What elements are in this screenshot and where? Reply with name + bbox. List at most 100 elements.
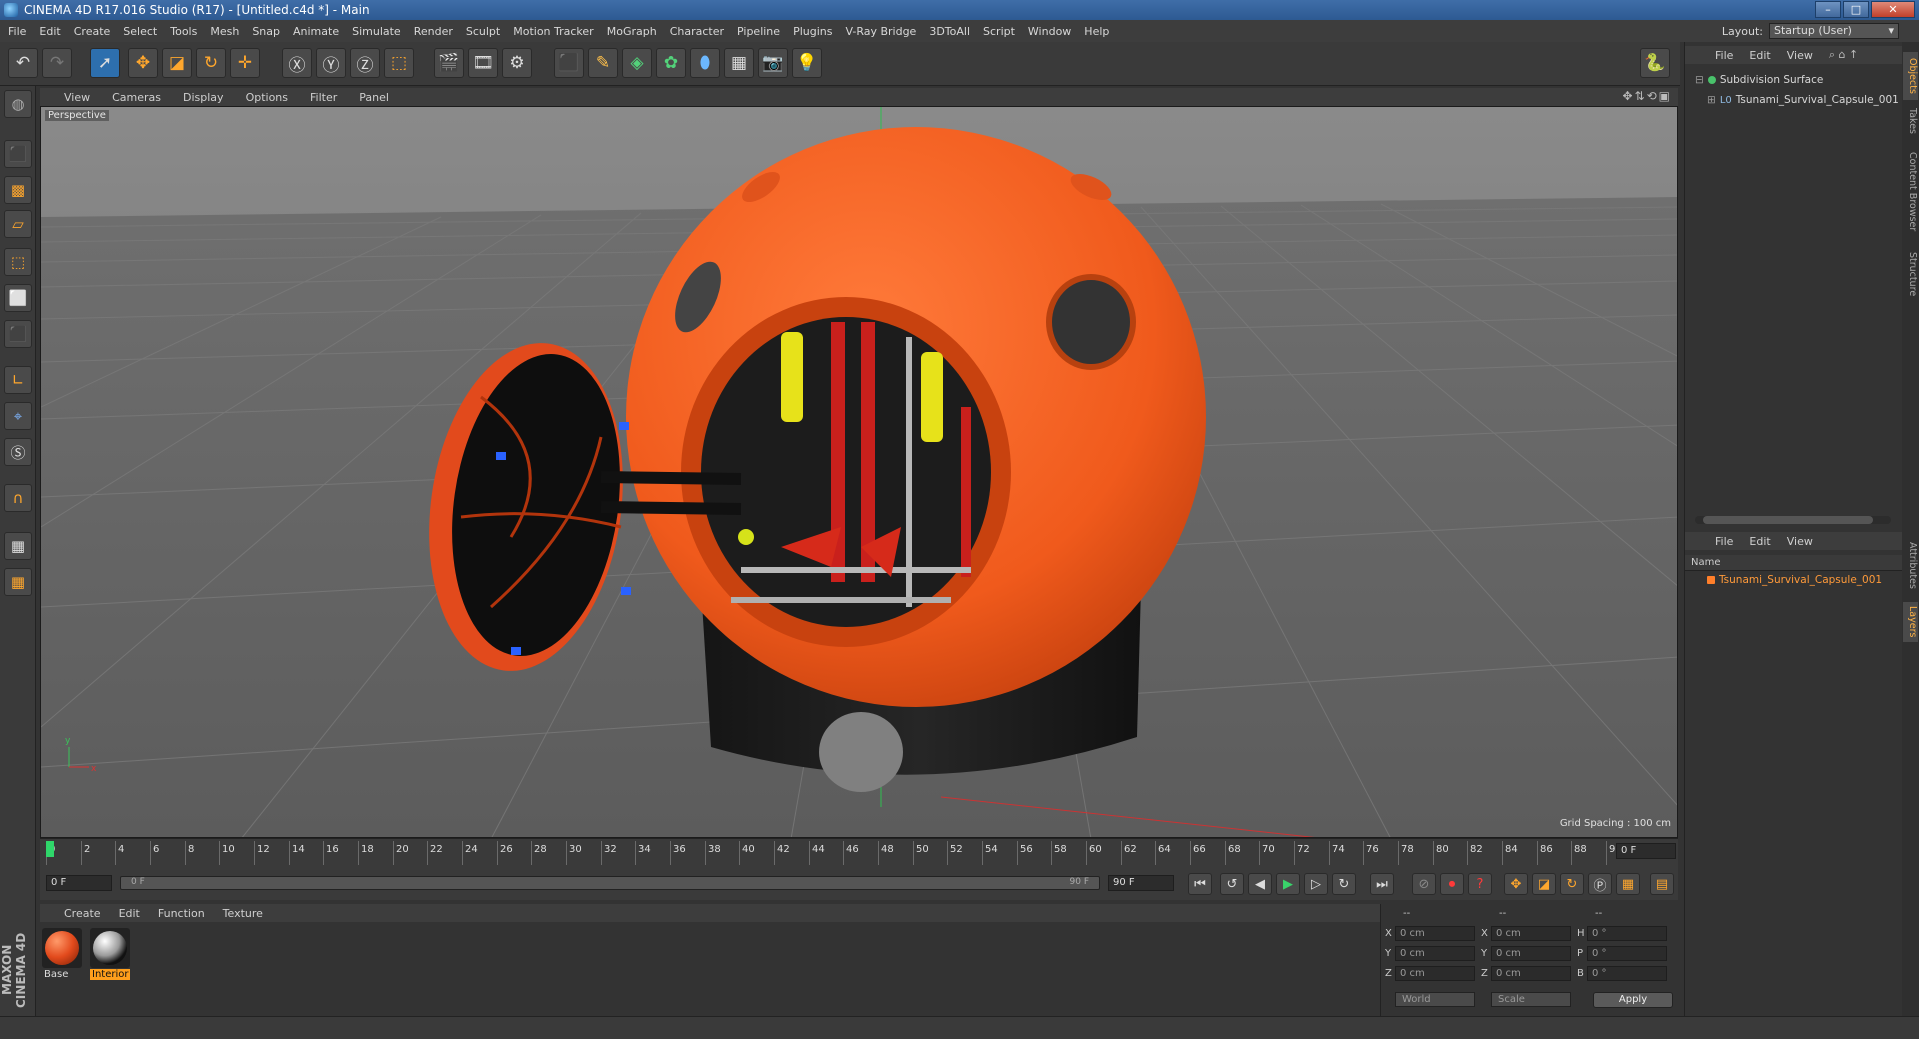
- coord-pos-x-field[interactable]: 0 cm: [1395, 926, 1475, 941]
- menu-help[interactable]: Help: [1084, 25, 1109, 38]
- menu-snap[interactable]: Snap: [252, 25, 280, 38]
- coord-rot-p-field[interactable]: 0 °: [1587, 946, 1667, 961]
- menu-pipeline[interactable]: Pipeline: [737, 25, 780, 38]
- tweak-mode-icon[interactable]: ⌖: [4, 402, 32, 430]
- coord-size-y-field[interactable]: 0 cm: [1491, 946, 1571, 961]
- coord-pos-z-field[interactable]: 0 cm: [1395, 966, 1475, 981]
- key-parameter-icon[interactable]: Ⓟ: [1588, 873, 1612, 895]
- menu-character[interactable]: Character: [670, 25, 724, 38]
- preview-range-slider[interactable]: 0 F 90 F: [120, 876, 1100, 890]
- move-tool-icon[interactable]: ✥: [128, 48, 158, 78]
- scale-tool-icon[interactable]: ◪: [162, 48, 192, 78]
- tab-content-browser[interactable]: Content Browser: [1903, 142, 1918, 242]
- menu-mesh[interactable]: Mesh: [210, 25, 239, 38]
- record-keys-disabled-icon[interactable]: ⊘: [1412, 873, 1436, 895]
- material-menu-create[interactable]: Create: [64, 907, 101, 920]
- light-object-icon[interactable]: 💡: [792, 48, 822, 78]
- maximize-button[interactable]: □: [1843, 1, 1869, 18]
- coord-pos-y-field[interactable]: 0 cm: [1395, 946, 1475, 961]
- viewport-menu-options[interactable]: Options: [246, 91, 288, 104]
- menu-3dtoall[interactable]: 3DToAll: [929, 25, 970, 38]
- coord-size-z-field[interactable]: 0 cm: [1491, 966, 1571, 981]
- viewport-menu-display[interactable]: Display: [183, 91, 224, 104]
- menu-plugins[interactable]: Plugins: [793, 25, 832, 38]
- menu-file[interactable]: File: [8, 25, 26, 38]
- layer-column-header[interactable]: Name: [1685, 555, 1903, 571]
- next-frame-icon[interactable]: ▷: [1304, 873, 1328, 895]
- rotate-tool-icon[interactable]: ↻: [196, 48, 226, 78]
- texture-mode-icon[interactable]: ▩: [4, 176, 32, 204]
- menu-select[interactable]: Select: [123, 25, 157, 38]
- autokeying-icon[interactable]: ?: [1468, 873, 1492, 895]
- minimize-button[interactable]: –: [1815, 1, 1841, 18]
- coordinate-system-icon[interactable]: ⬚: [384, 48, 414, 78]
- object-menu-edit[interactable]: Edit: [1749, 49, 1770, 62]
- size-mode-dropdown[interactable]: Scale: [1491, 992, 1571, 1007]
- coord-size-x-field[interactable]: 0 cm: [1491, 926, 1571, 941]
- play-forward-icon[interactable]: ▶: [1276, 873, 1300, 895]
- coordinate-space-dropdown[interactable]: World: [1395, 992, 1475, 1007]
- z-axis-lock-icon[interactable]: Ⓩ: [350, 48, 380, 78]
- x-axis-lock-icon[interactable]: Ⓧ: [282, 48, 312, 78]
- deformer-icon[interactable]: ⬮: [690, 48, 720, 78]
- object-menu-file[interactable]: File: [1715, 49, 1733, 62]
- viewport-menu-panel[interactable]: Panel: [359, 91, 389, 104]
- menu-sculpt[interactable]: Sculpt: [466, 25, 500, 38]
- pen-spline-icon[interactable]: ✎: [588, 48, 618, 78]
- render-view-icon[interactable]: 🎬: [434, 48, 464, 78]
- layer-tsunami-capsule[interactable]: Tsunami_Survival_Capsule_001: [1707, 574, 1882, 586]
- y-axis-lock-icon[interactable]: Ⓨ: [316, 48, 346, 78]
- layer-menu-edit[interactable]: Edit: [1749, 535, 1770, 548]
- goto-next-key-icon[interactable]: ↻: [1332, 873, 1356, 895]
- magnet-icon[interactable]: ∩: [4, 484, 32, 512]
- key-rotation-icon[interactable]: ↻: [1560, 873, 1584, 895]
- viewport-menu-filter[interactable]: Filter: [310, 91, 337, 104]
- tab-structure[interactable]: Structure: [1903, 246, 1918, 302]
- menu-edit[interactable]: Edit: [39, 25, 60, 38]
- redo-icon[interactable]: ↷: [42, 48, 72, 78]
- previous-frame-icon[interactable]: ◀: [1248, 873, 1272, 895]
- menu-create[interactable]: Create: [74, 25, 111, 38]
- undo-icon[interactable]: ↶: [8, 48, 38, 78]
- layout-dropdown[interactable]: Startup (User): [1769, 23, 1899, 39]
- planar-workplane-icon[interactable]: ▦: [4, 568, 32, 596]
- material-interior[interactable]: Interior: [90, 928, 130, 984]
- live-selection-icon[interactable]: ➚: [90, 48, 120, 78]
- record-active-objects-icon[interactable]: ⏺: [1440, 873, 1464, 895]
- tab-objects[interactable]: Objects: [1903, 52, 1918, 100]
- cube-object-icon[interactable]: ⬛: [554, 48, 584, 78]
- object-subdivision-surface[interactable]: ⊟ Subdivision Surface: [1695, 74, 1823, 86]
- tab-layers[interactable]: Layers: [1903, 602, 1918, 642]
- object-manager-scrollbar[interactable]: [1695, 516, 1891, 524]
- timeline-ruler[interactable]: 0246810121416182022242628303234363840424…: [40, 838, 1678, 866]
- menu-motion-tracker[interactable]: Motion Tracker: [513, 25, 593, 38]
- timeline-window-icon[interactable]: ▤: [1650, 873, 1674, 895]
- end-frame-field[interactable]: 90 F: [1108, 875, 1174, 891]
- axis-mode-icon[interactable]: ∟: [4, 366, 32, 394]
- material-menu-texture[interactable]: Texture: [223, 907, 263, 920]
- tab-attributes[interactable]: Attributes: [1903, 532, 1918, 598]
- recent-tool-icon[interactable]: ✛: [230, 48, 260, 78]
- perspective-viewport[interactable]: y x Perspective Grid Spacing : 100 cm: [40, 106, 1678, 838]
- object-tsunami-capsule[interactable]: ⊞ L0 Tsunami_Survival_Capsule_001: [1707, 94, 1899, 106]
- timeline-playhead[interactable]: [46, 841, 54, 857]
- make-editable-icon[interactable]: ◍: [4, 90, 32, 118]
- points-mode-icon[interactable]: ⬚: [4, 248, 32, 276]
- python-icon[interactable]: 🐍: [1640, 48, 1670, 78]
- goto-end-icon[interactable]: ⏭: [1370, 873, 1394, 895]
- viewport-navigation-icons[interactable]: ✥⇅⟲▣: [1622, 89, 1672, 103]
- viewport-menu-cameras[interactable]: Cameras: [112, 91, 161, 104]
- model-mode-icon[interactable]: ⬛: [4, 140, 32, 168]
- edges-mode-icon[interactable]: ⬜: [4, 284, 32, 312]
- viewport-menu-view[interactable]: View: [64, 91, 90, 104]
- menu-animate[interactable]: Animate: [293, 25, 339, 38]
- camera-object-icon[interactable]: 📷: [758, 48, 788, 78]
- workplane-lock-icon[interactable]: ▦: [4, 532, 32, 560]
- layer-menu-file[interactable]: File: [1715, 535, 1733, 548]
- goto-start-icon[interactable]: ⏮: [1188, 873, 1212, 895]
- material-menu-edit[interactable]: Edit: [119, 907, 140, 920]
- key-pla-icon[interactable]: ▦: [1616, 873, 1640, 895]
- material-menu-function[interactable]: Function: [158, 907, 205, 920]
- edit-render-settings-icon[interactable]: ⚙: [502, 48, 532, 78]
- menu-render[interactable]: Render: [414, 25, 453, 38]
